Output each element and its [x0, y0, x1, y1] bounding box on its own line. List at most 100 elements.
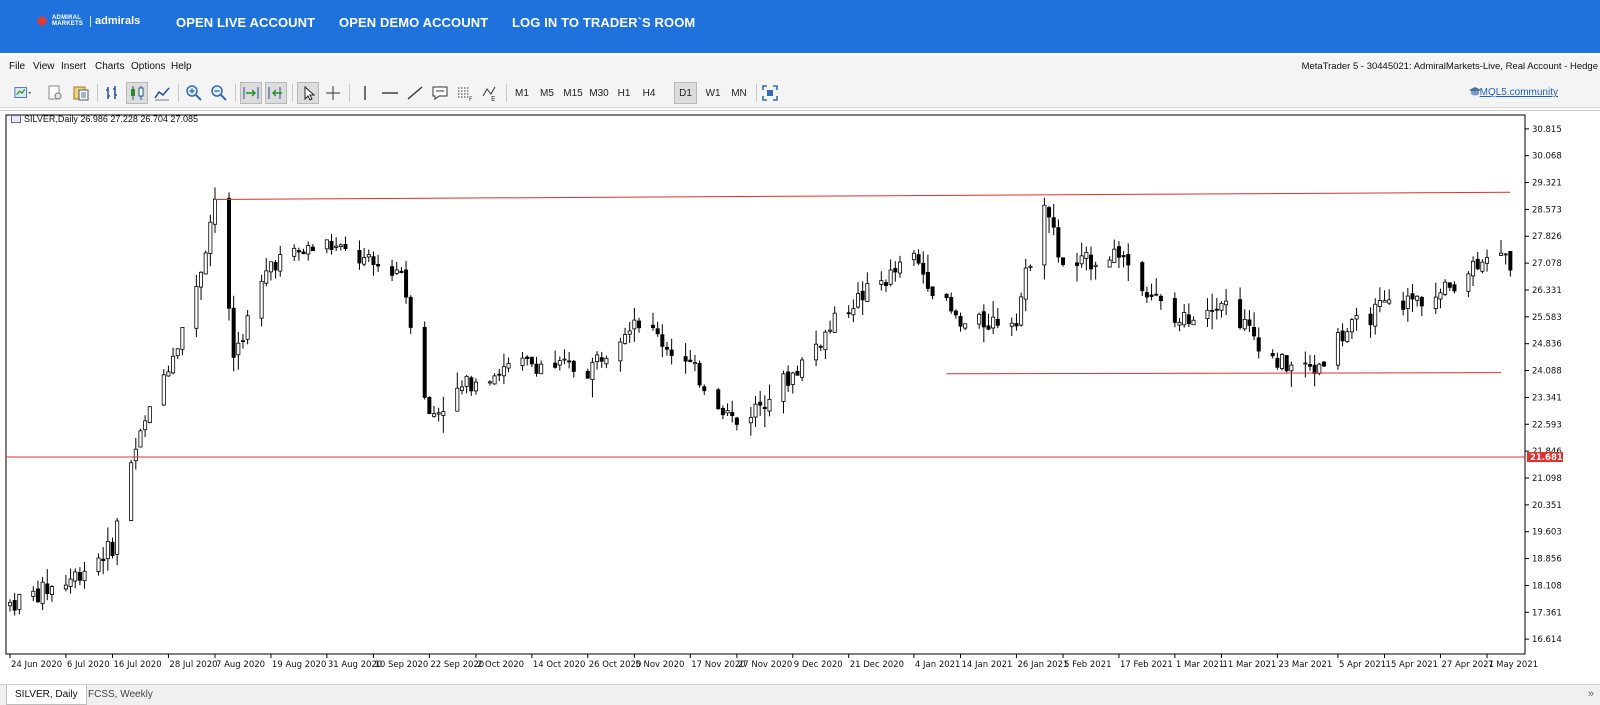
open-live-account-link[interactable]: OPEN LIVE ACCOUNT	[176, 15, 315, 30]
candle-body	[357, 249, 362, 264]
date-label: 27 Apr 2021	[1441, 660, 1494, 670]
bar-chart-icon[interactable]	[101, 82, 123, 104]
tabs-scroll-icon[interactable]: »	[1588, 688, 1594, 700]
tab-silver-daily[interactable]: SILVER, Daily	[6, 685, 87, 705]
candle-body	[1079, 255, 1084, 265]
candlestick-chart[interactable]: 30.815 30.068 29.321 28.573 27.826 27.078 26.3…	[0, 111, 1600, 685]
candle-body	[259, 280, 264, 319]
candle-body	[334, 245, 339, 248]
open-demo-account-link[interactable]: OPEN DEMO ACCOUNT	[339, 15, 488, 30]
candle-body	[399, 270, 404, 273]
candle-body	[1084, 251, 1089, 259]
cursor-icon[interactable]	[297, 82, 319, 104]
date-label: 27 Nov 2020	[738, 660, 792, 670]
candle-body	[981, 311, 986, 328]
zoom-in-icon[interactable]	[183, 82, 205, 104]
menu-insert[interactable]: Insert	[61, 61, 86, 72]
candle-body	[1275, 357, 1280, 368]
candle-body	[758, 401, 763, 406]
price-label: 24.088	[1532, 367, 1562, 377]
logo-icon	[36, 15, 48, 27]
date-label: 2 Oct 2020	[477, 660, 524, 670]
candle-body	[856, 293, 861, 308]
candlestick-chart-icon[interactable]	[126, 82, 148, 104]
timeframe-h1[interactable]: H1	[613, 82, 635, 104]
candle-body	[143, 420, 148, 431]
candle-body	[231, 307, 236, 358]
indicators-icon[interactable]: E	[479, 82, 501, 104]
candle-body	[585, 370, 590, 379]
candle-body	[1307, 364, 1312, 367]
timeframe-m15[interactable]: M15	[560, 82, 586, 104]
timeframe-mn[interactable]: MN	[727, 82, 751, 104]
candle-body	[1028, 265, 1033, 268]
candle-body	[278, 254, 283, 272]
candle-body	[31, 590, 36, 597]
menu-view[interactable]: View	[33, 61, 55, 72]
horizontal-line-icon[interactable]	[379, 82, 401, 104]
candle-body	[1443, 281, 1448, 295]
menu-options[interactable]: Options	[131, 61, 165, 72]
candle-body	[1508, 250, 1513, 271]
candle-body	[1214, 308, 1219, 311]
candle-body	[1149, 294, 1154, 297]
price-label: 28.573	[1532, 205, 1562, 215]
candle-body	[1252, 326, 1257, 337]
new-chart-icon[interactable]	[8, 82, 38, 104]
zoom-out-icon[interactable]	[208, 82, 230, 104]
price-label: 17.361	[1532, 608, 1562, 618]
price-label: 18.108	[1532, 581, 1562, 591]
text-label-icon[interactable]	[429, 82, 451, 104]
price-label: 22.593	[1532, 420, 1562, 430]
candle-body	[599, 357, 604, 362]
vertical-line-icon[interactable]	[354, 82, 376, 104]
timeframe-m1[interactable]: M1	[511, 82, 533, 104]
candle-body	[664, 346, 669, 350]
candle-body	[404, 269, 409, 298]
trendline-icon[interactable]	[404, 82, 426, 104]
traders-room-login-link[interactable]: LOG IN TO TRADER`S ROOM	[512, 15, 695, 30]
candle-body	[1401, 300, 1406, 310]
timeframe-m5[interactable]: M5	[536, 82, 558, 104]
menu-bar: File View Insert Charts Options Help Met…	[0, 56, 1600, 78]
tab-fcss-weekly[interactable]: FCSS, Weekly	[80, 685, 161, 705]
candle-body	[1242, 318, 1247, 330]
candle-body	[17, 594, 22, 610]
fullscreen-icon[interactable]	[759, 82, 781, 104]
candle-body	[1466, 273, 1471, 292]
candle-body	[1349, 319, 1354, 333]
chart-shift-icon[interactable]	[265, 82, 287, 104]
menu-file[interactable]: File	[9, 61, 25, 72]
candle-body	[432, 413, 437, 417]
date-label: 5 Apr 2021	[1339, 660, 1386, 670]
line-chart-icon[interactable]	[151, 82, 173, 104]
candle-body	[240, 340, 245, 343]
profiles-icon[interactable]	[44, 82, 66, 104]
templates-icon[interactable]	[70, 82, 92, 104]
candle-body	[963, 323, 968, 329]
admirals-logo[interactable]: ADMIRAL MARKETS admirals	[36, 15, 140, 27]
menu-help[interactable]: Help	[171, 61, 192, 72]
candle-body	[1224, 300, 1229, 306]
fibonacci-icon[interactable]: F	[454, 82, 476, 104]
crosshair-icon[interactable]	[322, 82, 344, 104]
candle-body	[1270, 353, 1275, 357]
candle-body	[1023, 267, 1028, 300]
mql5-community-link[interactable]: MQL5.community	[1480, 87, 1558, 98]
candle-body	[1172, 298, 1177, 323]
candle-body	[273, 261, 278, 271]
candle-body	[949, 296, 954, 312]
timeframe-d1[interactable]: D1	[674, 82, 697, 104]
chart-window[interactable]: 30.815 30.068 29.321 28.573 27.826 27.078 26.3…	[0, 110, 1600, 684]
timeframe-w1[interactable]: W1	[702, 82, 724, 104]
timeframe-m30[interactable]: M30	[586, 82, 612, 104]
candle-body	[916, 254, 921, 264]
candle-body	[571, 360, 576, 372]
timeframe-h4[interactable]: H4	[638, 82, 660, 104]
menu-charts[interactable]: Charts	[95, 61, 124, 72]
auto-scroll-icon[interactable]	[240, 82, 262, 104]
price-label: 24.836	[1532, 340, 1562, 350]
date-label: 28 Jul 2020	[169, 660, 217, 670]
candle-body	[427, 397, 432, 415]
candle-body	[171, 355, 176, 374]
